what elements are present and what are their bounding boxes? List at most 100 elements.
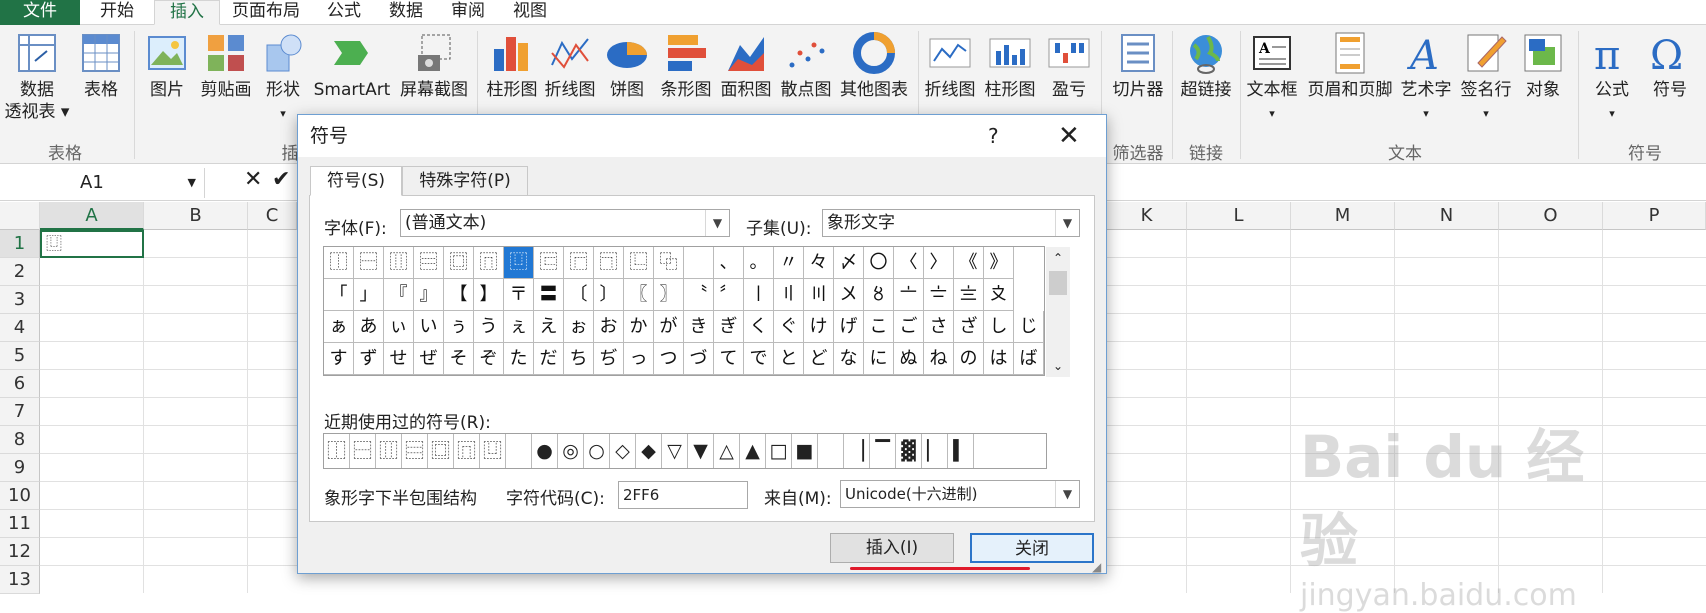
recent-symbol-cell[interactable] [506, 434, 532, 468]
area-chart-button[interactable]: 面积图 [718, 31, 774, 101]
hyperlink-button[interactable]: 超链接 [1176, 31, 1236, 101]
column-chart-button[interactable]: 柱形图 [484, 31, 540, 101]
recent-symbol-cell[interactable]: ⿱ [350, 434, 376, 468]
close-icon[interactable]: ✕ [1058, 115, 1080, 157]
symbol-cell[interactable]: ⿵ [474, 247, 504, 279]
symbol-cell[interactable]: ⿴ [444, 247, 474, 279]
resize-grip-icon[interactable]: ◢ [1092, 560, 1101, 574]
symbol-cell[interactable]: 【 [444, 279, 474, 311]
symbol-cell[interactable]: は [984, 343, 1014, 375]
symbol-cell[interactable]: ど [804, 343, 834, 375]
close-button[interactable]: 关闭 [970, 533, 1094, 563]
column-header-b[interactable]: B [144, 202, 248, 230]
symbol-cell[interactable]: 〃 [774, 247, 804, 279]
row-header-8[interactable]: 8 [0, 426, 40, 454]
equation-button[interactable]: π 公式 ▾ [1584, 31, 1640, 125]
symbol-cell[interactable]: ぇ [504, 311, 534, 343]
tab-symbols[interactable]: 符号(S) [310, 166, 402, 196]
cancel-formula-icon[interactable]: ✕ [244, 167, 262, 192]
tab-review[interactable]: 审阅 [440, 0, 496, 25]
scatter-chart-button[interactable]: 散点图 [778, 31, 834, 101]
symbol-cell[interactable]: つ [654, 343, 684, 375]
pivot-table-button[interactable]: 数据 透视表 ▾ [2, 31, 72, 123]
column-header-l[interactable]: L [1187, 202, 1291, 230]
symbol-cell[interactable]: ご [894, 311, 924, 343]
symbol-cell[interactable]: ⿹ [594, 247, 624, 279]
tab-special-characters[interactable]: 特殊字符(P) [402, 166, 528, 196]
enter-formula-icon[interactable]: ✔ [272, 167, 290, 192]
slicer-button[interactable]: 切片器 [1106, 31, 1170, 101]
symbol-button[interactable]: Ω 符号 [1642, 31, 1698, 101]
symbol-cell[interactable]: ち [564, 343, 594, 375]
symbol-cell[interactable]: 々 [804, 247, 834, 279]
symbol-cell[interactable]: 〨 [954, 279, 984, 311]
signature-line-button[interactable]: 签名行 ▾ [1456, 31, 1516, 125]
symbol-cell[interactable]: で [744, 343, 774, 375]
symbol-cell[interactable]: げ [834, 311, 864, 343]
symbol-cell[interactable]: 〤 [834, 279, 864, 311]
symbol-cell[interactable]: ぞ [474, 343, 504, 375]
subset-select[interactable]: 象形文字 ▼ [822, 209, 1080, 237]
symbol-cell[interactable]: 〩 [984, 279, 1014, 311]
symbol-cell[interactable]: 》 [984, 247, 1014, 279]
symbol-cell[interactable]: 〆 [834, 247, 864, 279]
character-code-input[interactable]: 2FF6 [618, 481, 748, 509]
scroll-thumb[interactable] [1049, 271, 1067, 295]
symbol-cell[interactable]: ⿲ [384, 247, 414, 279]
line-chart-button[interactable]: 折线图 [542, 31, 598, 101]
recent-symbol-cell[interactable]: ▽ [662, 434, 688, 468]
symbol-cell[interactable]: 〧 [924, 279, 954, 311]
chevron-down-icon[interactable]: ▼ [1055, 481, 1079, 507]
tab-file[interactable]: 文件 [0, 0, 80, 25]
tab-insert[interactable]: 插入 [154, 0, 220, 25]
from-select[interactable]: Unicode(十六进制) ▼ [840, 480, 1080, 508]
recent-symbol-cell[interactable]: ◎ [558, 434, 584, 468]
scroll-up-icon[interactable]: ⌃ [1046, 247, 1070, 269]
row-header-3[interactable]: 3 [0, 286, 40, 314]
column-header-c[interactable]: C [248, 202, 297, 230]
row-header-10[interactable]: 10 [0, 482, 40, 510]
symbol-cell[interactable]: が [654, 311, 684, 343]
clipart-button[interactable]: 剪贴画 [196, 31, 256, 101]
symbol-cell[interactable]: 〖 [624, 279, 654, 311]
textbox-button[interactable]: A 文本框 ▾ [1244, 31, 1300, 125]
symbol-cell[interactable]: ⿰ [324, 247, 354, 279]
recent-symbol-cell[interactable]: ○ [584, 434, 610, 468]
recent-symbol-cell[interactable]: ▏ [922, 434, 948, 468]
recent-symbol-cell[interactable]: ⿳ [402, 434, 428, 468]
tab-view[interactable]: 视图 [502, 0, 558, 25]
symbol-cell[interactable]: に [864, 343, 894, 375]
recent-symbol-cell[interactable]: ▓ [896, 434, 922, 468]
symbol-cell[interactable]: 〕 [594, 279, 624, 311]
symbol-cell[interactable]: だ [534, 343, 564, 375]
recent-symbol-cell[interactable]: ◆ [636, 434, 662, 468]
column-header-a[interactable]: A [40, 202, 144, 230]
header-footer-button[interactable]: 页眉和页脚 [1304, 31, 1396, 101]
symbol-cell[interactable]: 〉 [924, 247, 954, 279]
symbol-cell[interactable]: ⿸ [564, 247, 594, 279]
column-header-p[interactable]: P [1603, 202, 1706, 230]
symbol-cell[interactable]: せ [384, 343, 414, 375]
bar-chart-button[interactable]: 条形图 [658, 31, 714, 101]
symbol-cell[interactable]: そ [444, 343, 474, 375]
tab-page-layout[interactable]: 页面布局 [222, 0, 310, 25]
symbol-cell[interactable]: じ [1014, 311, 1044, 343]
smartart-button[interactable]: SmartArt [312, 31, 392, 101]
recent-symbol-cell[interactable]: ▼ [688, 434, 714, 468]
symbol-cell[interactable]: 】 [474, 279, 504, 311]
chevron-down-icon[interactable]: ▼ [188, 168, 196, 198]
symbol-cell[interactable]: 〞 [714, 279, 744, 311]
symbol-cell[interactable]: い [414, 311, 444, 343]
recent-symbol-cell[interactable]: ▕ [844, 434, 870, 468]
symbol-cell[interactable]: ぢ [594, 343, 624, 375]
recent-symbol-cell[interactable]: ▲ [740, 434, 766, 468]
symbol-cell[interactable]: ぎ [714, 311, 744, 343]
symbol-cell[interactable]: 〥 [864, 279, 894, 311]
symbol-cell[interactable]: ぃ [384, 311, 414, 343]
row-header-13[interactable]: 13 [0, 566, 40, 594]
tab-formulas[interactable]: 公式 [316, 0, 372, 25]
scroll-down-icon[interactable]: ⌄ [1046, 355, 1070, 377]
symbol-cell[interactable]: ⿳ [414, 247, 444, 279]
symbol-cell[interactable]: 」 [354, 279, 384, 311]
symbol-cell[interactable]: 《 [954, 247, 984, 279]
